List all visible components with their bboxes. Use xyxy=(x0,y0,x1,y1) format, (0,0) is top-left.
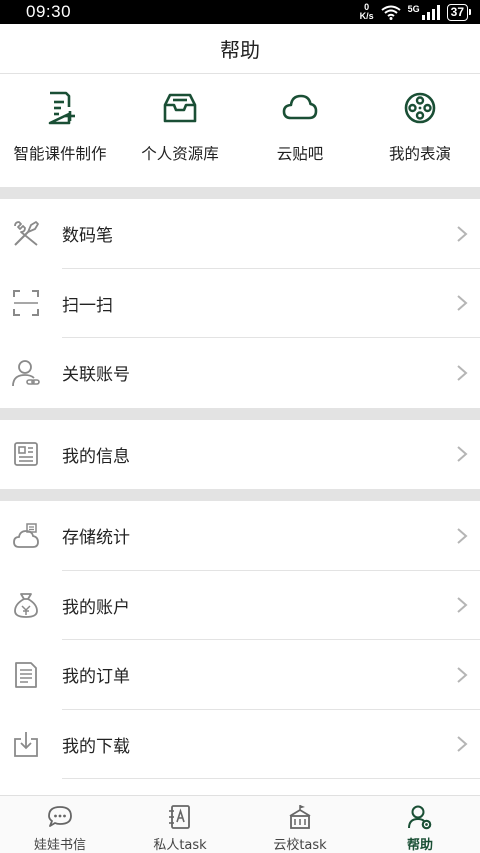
section-divider xyxy=(0,489,480,501)
chevron-right-icon xyxy=(457,736,468,753)
menu-item-my-account[interactable]: 我的账户 xyxy=(0,571,480,641)
user-link-icon xyxy=(12,359,40,386)
scan-icon xyxy=(13,290,39,317)
chevron-right-icon xyxy=(457,527,468,544)
section-divider xyxy=(0,407,480,420)
download-icon xyxy=(14,732,38,758)
menu-item-scan[interactable]: 扫一扫 xyxy=(0,269,480,339)
page-title: 帮助 xyxy=(220,38,260,62)
signal-icon xyxy=(421,4,440,20)
nav-tab-label: 云校task xyxy=(273,838,327,853)
chevron-right-icon xyxy=(457,597,468,614)
nav-tab-school-task[interactable]: 云校task xyxy=(240,796,360,853)
menu-item-label: 我的下载 xyxy=(62,736,130,757)
menu-item-my-orders[interactable]: 我的订单 xyxy=(0,640,480,710)
nav-tab-label: 娃娃书信 xyxy=(33,838,86,853)
nav-tab-private-task[interactable]: 私人task xyxy=(120,796,240,853)
menu-item-label: 存储统计 xyxy=(62,528,130,549)
menu-group-account: 存储统计 我的账户 我的订单 我的下载 xyxy=(0,501,480,779)
contacts-book-icon xyxy=(169,805,190,829)
status-time: 09:30 xyxy=(26,2,72,21)
menu-item-label: 扫一扫 xyxy=(62,295,113,316)
menu-item-label: 我的订单 xyxy=(62,667,130,688)
wifi-icon xyxy=(381,5,401,20)
cloud-storage-icon xyxy=(13,523,39,548)
status-indicators: 0 K/s 5G 37 xyxy=(360,3,472,21)
menu-group-tools: 数码笔 扫一扫 关联账号 xyxy=(0,199,480,408)
nav-tab-label: 私人task xyxy=(153,838,207,853)
nav-tab-label: 帮助 xyxy=(406,838,433,853)
quick-action-label: 个人资源库 xyxy=(141,145,219,163)
quick-action-courseware[interactable]: 智能课件制作 xyxy=(0,74,120,187)
nav-tab-letters[interactable]: 娃娃书信 xyxy=(0,796,120,853)
help-user-icon xyxy=(408,805,432,830)
quick-actions: 智能课件制作 个人资源库 云贴吧 我的表演 xyxy=(0,74,480,187)
chevron-right-icon xyxy=(457,225,468,242)
inbox-tray-icon xyxy=(163,93,197,123)
network-speed: 0 K/s xyxy=(360,3,374,21)
chat-bubble-icon xyxy=(48,806,72,827)
chevron-right-icon xyxy=(457,295,468,312)
cloud-icon xyxy=(282,94,318,120)
menu-item-label: 我的信息 xyxy=(62,446,130,467)
menu-item-my-info[interactable]: 我的信息 xyxy=(0,420,480,490)
menu-item-label: 我的账户 xyxy=(62,597,130,618)
quick-action-performance[interactable]: 我的表演 xyxy=(360,74,480,187)
status-bar: 09:30 0 K/s 5G 37 xyxy=(0,0,480,24)
title-bar: 帮助 xyxy=(0,24,480,74)
tools-icon xyxy=(14,220,39,246)
quick-action-cloud-forum[interactable]: 云贴吧 xyxy=(240,74,360,187)
section-divider xyxy=(0,187,480,199)
order-list-icon xyxy=(15,661,37,688)
chevron-right-icon xyxy=(457,666,468,683)
nav-tab-help[interactable]: 帮助 xyxy=(360,796,480,853)
menu-item-my-downloads[interactable]: 我的下载 xyxy=(0,710,480,780)
school-building-icon xyxy=(289,805,311,829)
battery-indicator: 37 xyxy=(446,3,472,21)
document-add-icon xyxy=(48,91,75,125)
menu-item-linked-accounts[interactable]: 关联账号 xyxy=(0,338,480,408)
film-reel-icon xyxy=(404,92,436,124)
bottom-nav: 娃娃书信 私人task 云校task 帮助 xyxy=(0,795,480,853)
money-bag-icon xyxy=(14,593,38,619)
menu-item-storage-stats[interactable]: 存储统计 xyxy=(0,501,480,571)
network-speed-unit: K/s xyxy=(359,11,374,21)
chevron-right-icon xyxy=(457,446,468,463)
quick-action-label: 云贴吧 xyxy=(276,145,324,163)
chevron-right-icon xyxy=(457,364,468,381)
id-card-icon xyxy=(14,442,38,467)
menu-item-digital-pen[interactable]: 数码笔 xyxy=(0,199,480,269)
menu-item-label: 关联账号 xyxy=(62,365,130,386)
quick-action-resources[interactable]: 个人资源库 xyxy=(120,74,240,187)
signal-label: 5G xyxy=(407,3,420,14)
menu-item-label: 数码笔 xyxy=(62,226,113,247)
menu-group-info: 我的信息 xyxy=(0,420,480,490)
quick-action-label: 智能课件制作 xyxy=(13,145,107,163)
quick-action-label: 我的表演 xyxy=(388,145,451,163)
